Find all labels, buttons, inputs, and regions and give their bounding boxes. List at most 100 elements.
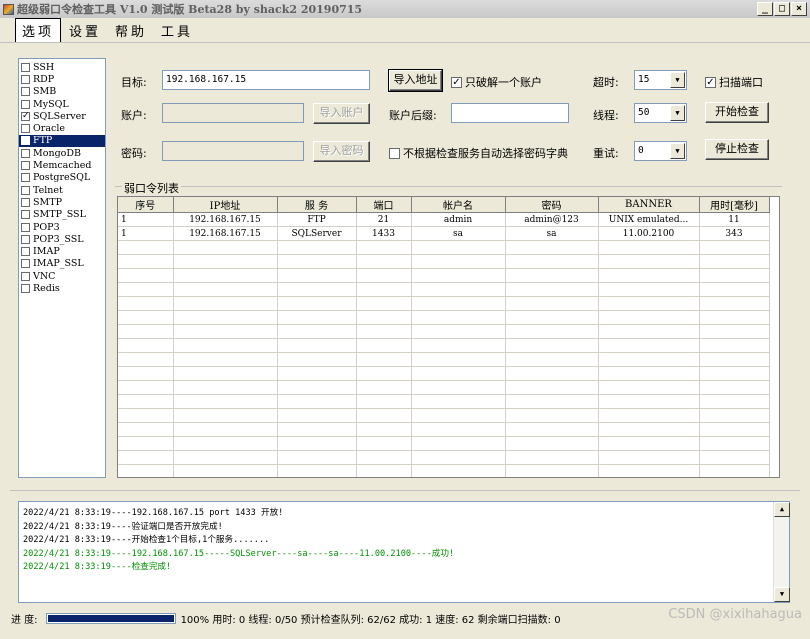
import-password-button[interactable]: 导入密码 xyxy=(313,141,370,162)
service-item-postgresql[interactable]: PostgreSQL xyxy=(19,172,105,184)
checkbox-unchecked[interactable] xyxy=(21,136,30,146)
column-header[interactable]: BANNER xyxy=(598,197,700,213)
table-row[interactable] xyxy=(118,380,770,395)
service-item-sqlserver[interactable]: ✓ SQLServer xyxy=(19,110,105,122)
chevron-down-icon[interactable]: ▼ xyxy=(670,105,685,121)
service-item-oracle[interactable]: Oracle xyxy=(19,122,105,134)
table-row[interactable]: 1 192.168.167.15 SQLServer 1433 sa sa 11.00.21… xyxy=(118,226,770,241)
table-cell xyxy=(356,352,412,367)
retry-select[interactable]: 0 ▼ xyxy=(634,141,687,161)
menu-settings[interactable]: 设置 xyxy=(63,19,107,42)
table-cell xyxy=(699,464,770,477)
table-row[interactable] xyxy=(118,366,770,381)
log-output[interactable]: 2022/4/21 8:33:19----192.168.167.15 port… xyxy=(18,501,790,603)
checkbox-unchecked[interactable] xyxy=(21,210,30,220)
service-item-mongodb[interactable]: MongoDB xyxy=(19,147,105,159)
service-item-smb[interactable]: SMB xyxy=(19,86,105,98)
table-row[interactable] xyxy=(118,282,770,297)
account-input[interactable] xyxy=(162,103,304,123)
menu-options[interactable]: 选项 xyxy=(15,17,62,43)
table-row[interactable] xyxy=(118,450,770,465)
table-row[interactable] xyxy=(118,464,770,477)
service-item-smtp[interactable]: SMTP xyxy=(19,196,105,208)
table-row[interactable] xyxy=(118,436,770,451)
checkbox-unchecked[interactable] xyxy=(21,222,30,232)
column-header[interactable]: 用时[毫秒] xyxy=(699,197,770,213)
checkbox-unchecked[interactable] xyxy=(21,185,30,195)
service-item-ftp[interactable]: FTP xyxy=(19,134,105,148)
table-cell xyxy=(505,450,599,465)
checkbox-unchecked[interactable] xyxy=(21,234,30,244)
account-suffix-input[interactable] xyxy=(451,103,569,123)
service-item-smtp_ssl[interactable]: SMTP_SSL xyxy=(19,209,105,221)
no-auto-dict-checkbox[interactable]: 不根据检查服务自动选择密码字典 xyxy=(389,145,568,161)
service-item-redis[interactable]: Redis xyxy=(19,282,105,294)
column-header[interactable]: IP地址 xyxy=(173,197,278,213)
checkbox-unchecked[interactable] xyxy=(21,99,30,109)
checkbox-unchecked[interactable] xyxy=(21,271,30,281)
password-input[interactable] xyxy=(162,141,304,161)
table-row[interactable] xyxy=(118,296,770,311)
service-item-mysql[interactable]: MySQL xyxy=(19,98,105,110)
table-row[interactable] xyxy=(118,310,770,325)
service-item-telnet[interactable]: Telnet xyxy=(19,184,105,196)
service-item-imap[interactable]: IMAP xyxy=(19,245,105,257)
checkbox-unchecked[interactable] xyxy=(21,197,30,207)
service-item-rdp[interactable]: RDP xyxy=(19,73,105,85)
table-row[interactable] xyxy=(118,240,770,255)
checkbox-unchecked[interactable] xyxy=(21,62,30,72)
checkbox-unchecked[interactable] xyxy=(21,259,30,269)
target-input[interactable]: 192.168.167.15 xyxy=(162,70,370,90)
stop-check-button[interactable]: 停止检查 xyxy=(705,139,769,160)
column-header[interactable]: 服 务 xyxy=(277,197,357,213)
threads-select[interactable]: 50 ▼ xyxy=(634,103,687,123)
table-row[interactable] xyxy=(118,422,770,437)
checkbox-checked[interactable]: ✓ xyxy=(21,111,30,121)
service-item-imap_ssl[interactable]: IMAP_SSL xyxy=(19,258,105,270)
column-header[interactable]: 密码 xyxy=(505,197,599,213)
service-item-pop3_ssl[interactable]: POP3_SSL xyxy=(19,233,105,245)
service-item-pop3[interactable]: POP3 xyxy=(19,221,105,233)
table-row[interactable] xyxy=(118,254,770,269)
checkbox-unchecked[interactable] xyxy=(21,283,30,293)
scan-port-checkbox[interactable]: ✓ 扫描端口 xyxy=(705,74,763,90)
import-account-button[interactable]: 导入账户 xyxy=(313,103,370,124)
service-item-vnc[interactable]: VNC xyxy=(19,270,105,282)
service-list[interactable]: SSH RDP SMB MySQL ✓ SQLServer Oracle FTP MongoDB… xyxy=(18,58,106,478)
table-row[interactable] xyxy=(118,338,770,353)
log-scrollbar[interactable]: ▲ ▼ xyxy=(773,502,790,602)
service-item-ssh[interactable]: SSH xyxy=(19,61,105,73)
checkbox-unchecked[interactable] xyxy=(21,87,30,97)
table-row[interactable] xyxy=(118,268,770,283)
chevron-down-icon[interactable]: ▼ xyxy=(670,143,685,159)
table-row[interactable] xyxy=(118,352,770,367)
checkbox-unchecked[interactable] xyxy=(21,124,30,134)
menu-help[interactable]: 帮助 xyxy=(109,19,153,42)
column-header[interactable]: 端口 xyxy=(356,197,412,213)
checkbox-unchecked[interactable] xyxy=(21,74,30,84)
table-row[interactable]: 1 192.168.167.15 FTP 21 admin admin@123 UNIX e… xyxy=(118,212,770,227)
scroll-down-arrow-icon[interactable]: ▼ xyxy=(774,587,790,602)
checkbox-unchecked[interactable] xyxy=(21,173,30,183)
checkbox-unchecked[interactable] xyxy=(21,247,30,257)
maximize-button[interactable]: □ xyxy=(774,2,790,16)
minimize-button[interactable]: _ xyxy=(757,2,773,16)
table-row[interactable] xyxy=(118,408,770,423)
scroll-up-arrow-icon[interactable]: ▲ xyxy=(774,502,790,517)
table-row[interactable] xyxy=(118,324,770,339)
only-one-account-checkbox[interactable]: ✓ 只破解一个账户 xyxy=(451,74,542,90)
column-header[interactable]: 帐户名 xyxy=(411,197,506,213)
import-address-button[interactable]: 导入地址 xyxy=(388,69,443,92)
chevron-down-icon[interactable]: ▼ xyxy=(670,72,685,88)
table-row[interactable] xyxy=(118,394,770,409)
column-header[interactable]: 序号 xyxy=(118,197,174,213)
service-item-memcached[interactable]: Memcached xyxy=(19,159,105,171)
timeout-select[interactable]: 15 ▼ xyxy=(634,70,687,90)
close-button[interactable]: × xyxy=(791,2,807,16)
checkbox-unchecked[interactable] xyxy=(21,161,30,171)
checkbox-unchecked[interactable] xyxy=(21,148,30,158)
table-cell: sa xyxy=(505,226,599,241)
results-table-container[interactable]: 序号 IP地址服 务端口 帐户名 密码 BANNER 用时[毫秒] 1 192.168.16… xyxy=(117,196,780,478)
menu-tools[interactable]: 工具 xyxy=(155,19,199,42)
start-check-button[interactable]: 开始检查 xyxy=(705,102,769,123)
